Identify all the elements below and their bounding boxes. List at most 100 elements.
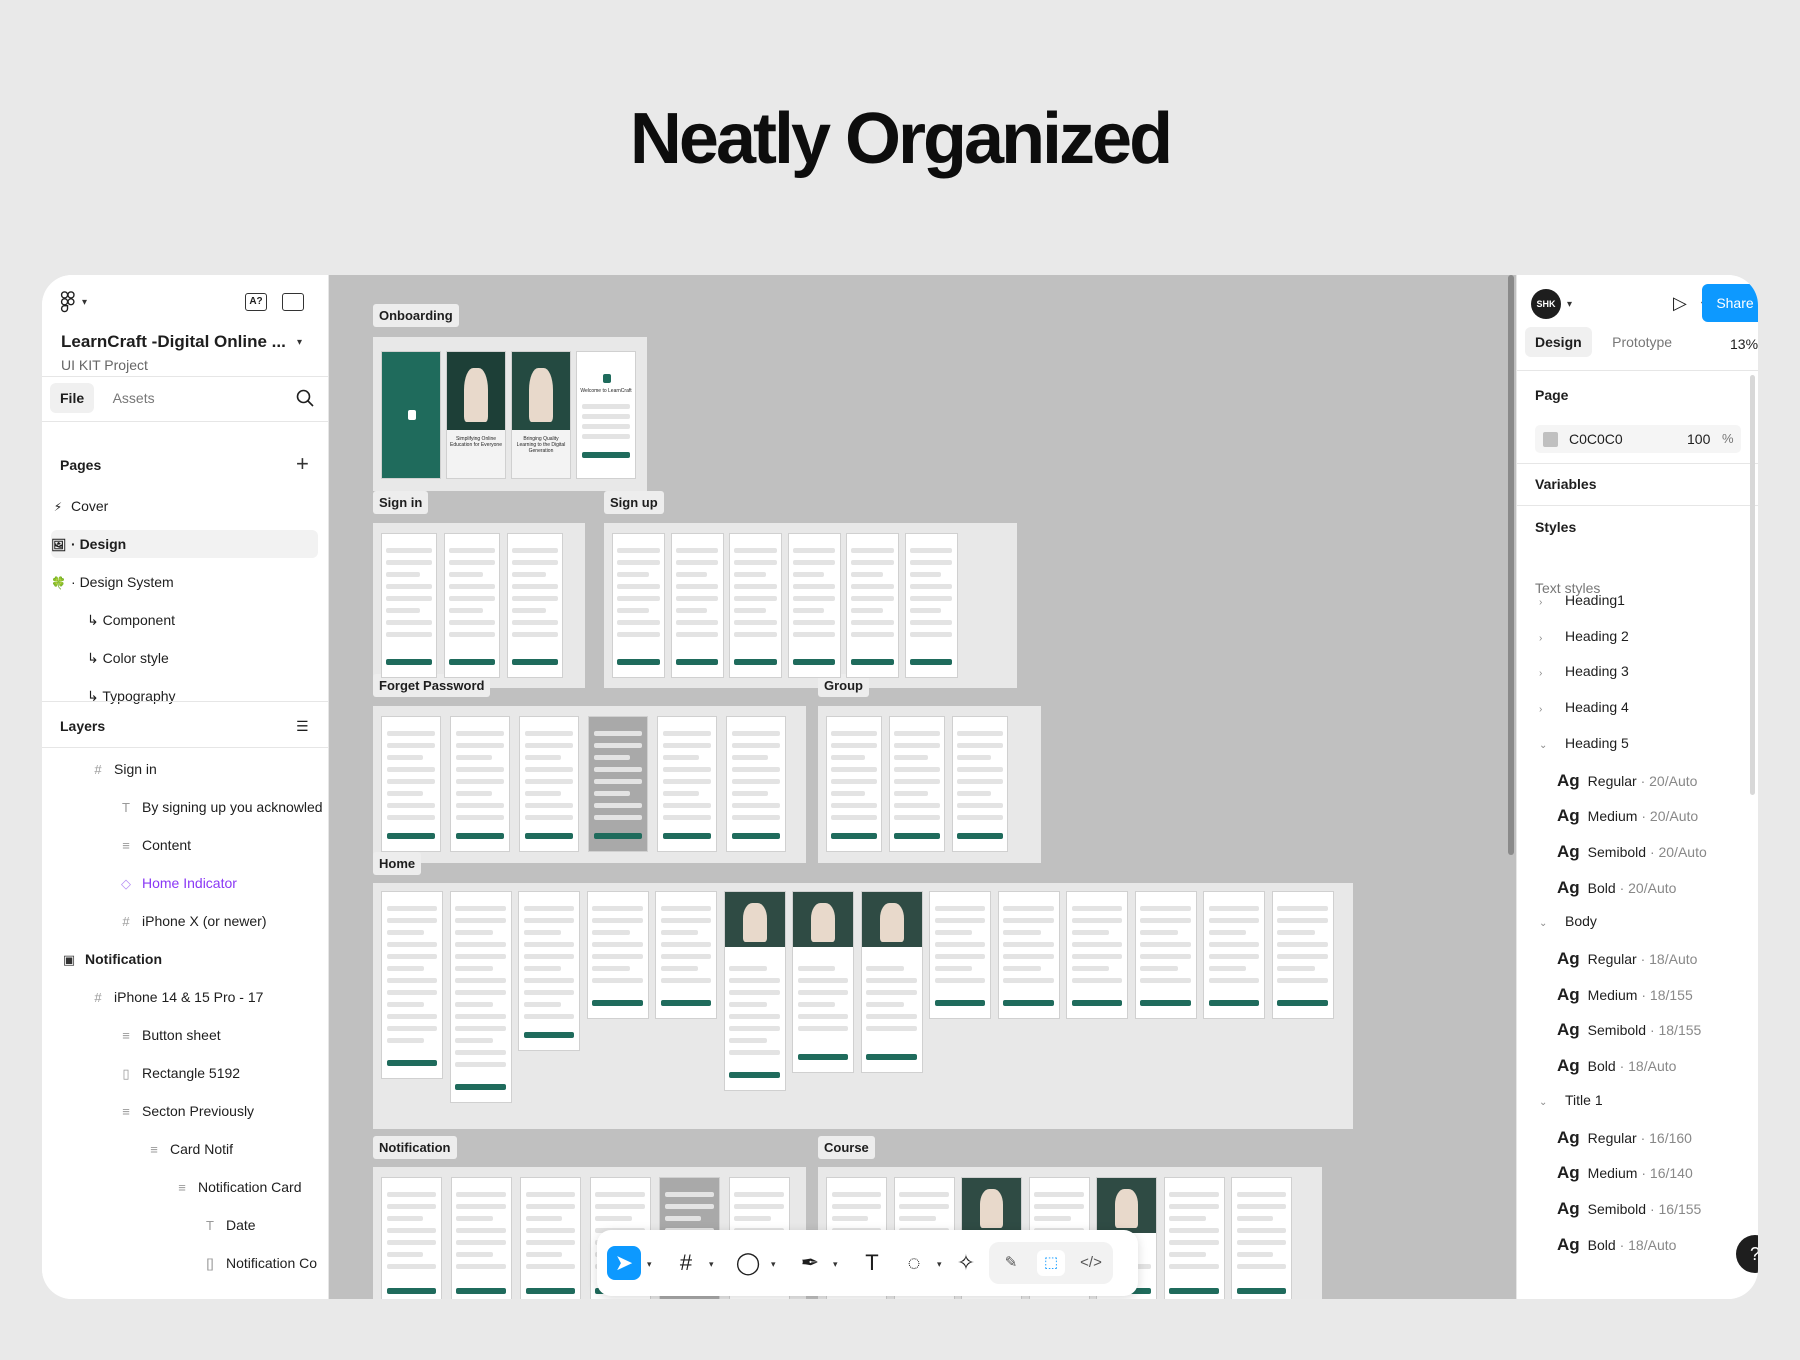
frame-sign-up[interactable] (729, 533, 782, 678)
section-label[interactable]: Sign up (604, 491, 664, 514)
frame-notification[interactable] (381, 1177, 442, 1299)
section-label[interactable]: Sign in (373, 491, 429, 514)
text-style-item[interactable]: Ag Bold · 18/Auto (1557, 1235, 1676, 1255)
layer-item[interactable]: ◇ Home Indicator (118, 873, 237, 893)
section-label[interactable]: Home (373, 852, 422, 875)
text-style-item[interactable]: Ag Semibold · 18/155 (1557, 1020, 1701, 1040)
frame-home[interactable] (792, 891, 854, 1073)
frame-sign-up[interactable] (787, 533, 841, 678)
figma-logo-icon[interactable] (60, 291, 76, 313)
ai-text-icon[interactable]: A? (245, 293, 267, 311)
frame-course[interactable] (1231, 1177, 1292, 1299)
frame-sign-in[interactable] (444, 533, 500, 678)
section-label[interactable]: Notification (373, 1136, 457, 1159)
chevron-down-icon[interactable]: ▾ (709, 1259, 714, 1270)
tab-assets[interactable]: Assets (103, 383, 165, 413)
tab-prototype[interactable]: Prototype (1602, 327, 1682, 357)
frame-home[interactable] (381, 891, 443, 1079)
frame-forget-password[interactable] (726, 716, 786, 852)
layer-item[interactable]: ≡ Card Notif (146, 1139, 233, 1159)
text-style-item[interactable]: Ag Semibold · 20/Auto (1557, 842, 1707, 862)
frame-home[interactable] (1203, 891, 1265, 1019)
layer-item[interactable]: T By signing up you acknowled (118, 797, 323, 817)
zoom-level[interactable]: 13% (1730, 336, 1758, 352)
frame-home[interactable] (929, 891, 991, 1019)
add-page-icon[interactable]: + (296, 453, 309, 475)
text-style-item[interactable]: Ag Semibold · 16/155 (1557, 1199, 1701, 1219)
frame-home[interactable] (586, 891, 649, 1019)
text-style-item[interactable]: Ag Medium · 16/140 (1557, 1163, 1693, 1183)
layer-item[interactable]: T Date (202, 1215, 256, 1235)
style-group[interactable]: › Heading1 (1539, 592, 1625, 608)
frame-home[interactable] (655, 891, 717, 1019)
search-icon[interactable] (296, 389, 314, 407)
frame-group[interactable] (952, 716, 1008, 852)
sidebar-toggle-icon[interactable] (282, 293, 304, 311)
frame-sign-up[interactable] (612, 533, 665, 678)
frame-home[interactable] (997, 891, 1060, 1019)
design-canvas[interactable]: Onboarding Sign in Sign up Forget Passwo… (329, 275, 1516, 1299)
layer-item[interactable]: ▣ Notification (61, 949, 162, 969)
layer-item[interactable]: ≡ Button sheet (118, 1025, 220, 1045)
page-item-design[interactable]: 🖼 · Design (51, 530, 318, 558)
page-item-typography[interactable]: ↳ Typography (51, 682, 318, 710)
project-title[interactable]: LearnCraft -Digital Online ... (61, 332, 286, 352)
canvas-scrollbar[interactable] (1508, 275, 1514, 855)
frame-sign-up[interactable] (846, 533, 899, 678)
frame-forget-password[interactable] (381, 716, 441, 852)
chevron-down-icon[interactable]: ⌄ (1539, 740, 1553, 751)
ai-tool-icon[interactable]: ✧ (949, 1246, 983, 1280)
chevron-down-icon[interactable]: ▾ (833, 1259, 838, 1270)
frame-home[interactable] (723, 891, 786, 1091)
chevron-down-icon[interactable]: ▾ (1567, 299, 1572, 310)
layer-item[interactable]: ≡ Content (118, 835, 191, 855)
frame-onboarding-splash[interactable] (381, 351, 441, 479)
frame-forget-password[interactable] (450, 716, 510, 852)
ellipse-tool-icon[interactable]: ◯ (731, 1246, 765, 1280)
frame-forget-password[interactable] (519, 716, 579, 852)
frame-home[interactable] (518, 891, 580, 1051)
layer-item[interactable]: ≡ Secton Previously (118, 1101, 254, 1121)
chevron-right-icon[interactable]: › (1539, 633, 1553, 644)
text-style-item[interactable]: Ag Medium · 18/155 (1557, 985, 1693, 1005)
design-mode-icon[interactable]: ⬚ (1037, 1250, 1065, 1276)
chevron-down-icon[interactable]: ▾ (771, 1259, 776, 1270)
page-item-color-style[interactable]: ↳ Color style (51, 644, 318, 672)
dev-mode-icon[interactable]: </> (1077, 1250, 1105, 1276)
frame-sign-in[interactable] (381, 533, 437, 678)
frame-group[interactable] (889, 716, 945, 852)
sort-layers-icon[interactable]: ☰ (296, 718, 309, 735)
frame-home[interactable] (449, 891, 512, 1103)
frame-home[interactable] (1134, 891, 1197, 1019)
avatar[interactable]: SHK (1531, 289, 1561, 319)
text-tool-icon[interactable]: T (855, 1246, 889, 1280)
frame-sign-in[interactable] (507, 533, 563, 678)
layer-item[interactable]: ≡ Notification Card (174, 1177, 301, 1197)
chevron-down-icon[interactable]: ▾ (647, 1259, 652, 1270)
frame-forget-password[interactable] (657, 716, 717, 852)
frame-home[interactable] (1271, 891, 1334, 1019)
chevron-down-icon[interactable]: ⌄ (1539, 1097, 1553, 1108)
style-group[interactable]: ⌄ Title 1 (1539, 1092, 1603, 1108)
frame-course[interactable] (1163, 1177, 1225, 1299)
page-item-cover[interactable]: ⚡ Cover (51, 492, 318, 520)
page-opacity[interactable]: 100 (1687, 431, 1710, 447)
draw-mode-icon[interactable]: ✎ (997, 1250, 1025, 1276)
text-style-item[interactable]: Ag Medium · 20/Auto (1557, 806, 1698, 826)
comment-tool-icon[interactable]: ◌ (897, 1246, 931, 1280)
frame-onboarding-welcome[interactable]: Welcome to LearnCraft (576, 351, 636, 479)
present-play-icon[interactable]: ▷ (1673, 293, 1687, 314)
frame-sign-up[interactable] (670, 533, 724, 678)
section-label[interactable]: Course (818, 1136, 875, 1159)
page-color-field[interactable]: C0C0C0 100 % (1535, 425, 1741, 453)
text-style-item[interactable]: Ag Regular · 18/Auto (1557, 949, 1697, 969)
tab-file[interactable]: File (50, 383, 95, 413)
inspector-scrollbar[interactable] (1750, 375, 1755, 795)
text-style-item[interactable]: Ag Bold · 18/Auto (1557, 1056, 1676, 1076)
layer-item[interactable]: [] Notification Co (202, 1253, 317, 1273)
chevron-down-icon[interactable]: ▾ (297, 337, 302, 348)
chevron-right-icon[interactable]: › (1539, 597, 1553, 608)
section-label[interactable]: Onboarding (373, 304, 459, 327)
chevron-down-icon[interactable]: ▾ (82, 297, 87, 308)
chevron-down-icon[interactable]: ▾ (937, 1259, 942, 1270)
